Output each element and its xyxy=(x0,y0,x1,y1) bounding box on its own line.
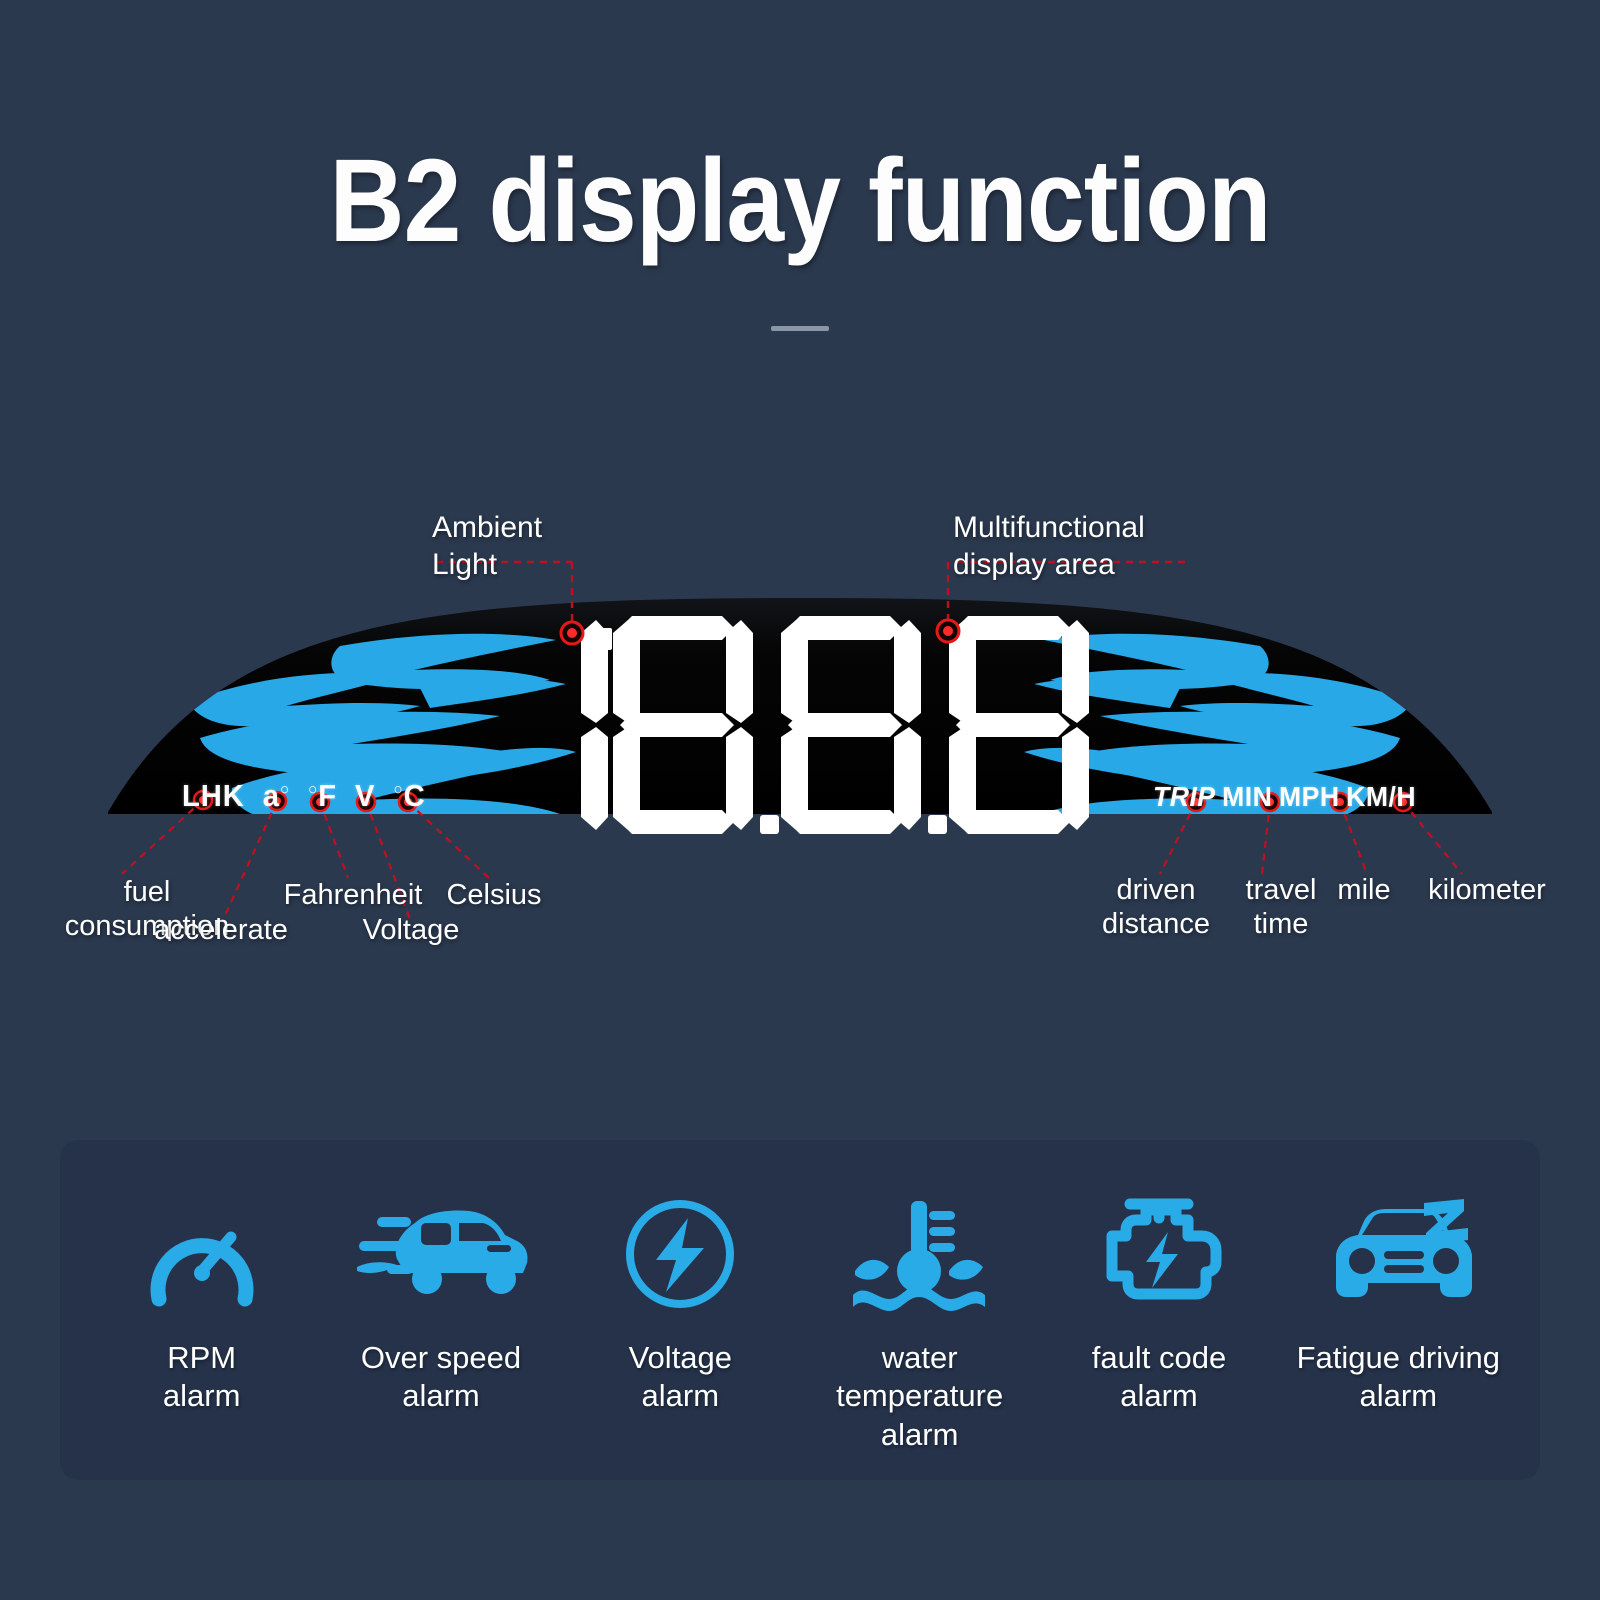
callout-celsius: Celsius xyxy=(446,879,542,911)
sleeping-car-icon xyxy=(1318,1195,1478,1313)
trip-indicator: TRIP xyxy=(1153,781,1216,812)
lhk-indicator: LHK xyxy=(182,778,245,813)
callout-ambient-light: Ambient Light xyxy=(432,510,542,583)
features-panel: RPM alarm Over speed alarm Voltage alarm… xyxy=(60,1140,1540,1480)
callout-multifunctional-line2: display area xyxy=(953,547,1115,581)
feature-water-temperature-alarm: water temperature alarm xyxy=(800,1195,1039,1454)
feature-voltage-alarm: Voltage alarm xyxy=(561,1195,800,1416)
feature-rpm-alarm: RPM alarm xyxy=(82,1195,321,1416)
title-divider xyxy=(771,325,829,331)
mph-indicator: MPH xyxy=(1278,781,1340,812)
decimal-point-1 xyxy=(760,815,779,834)
feature-fault-code-alarm: fault code alarm xyxy=(1039,1195,1278,1416)
check-engine-icon xyxy=(1084,1195,1234,1313)
feature-fatigue-driving-alarm-label: Fatigue driving alarm xyxy=(1296,1340,1500,1414)
page-title: B2 display function xyxy=(329,135,1271,267)
celsius-indicator: ○C xyxy=(393,778,426,813)
header: B2 display function xyxy=(0,135,1600,331)
device-illustration: LHK a○ ○F V ○C TRIP MIN MPH KM/H Ambient Li… xyxy=(0,470,1600,970)
feature-rpm-alarm-label: RPM alarm xyxy=(162,1340,241,1414)
callout-ambient-light-line2: Light xyxy=(432,547,498,581)
bolt-circle-icon xyxy=(622,1195,738,1313)
display-tick xyxy=(600,628,612,650)
marker-ambient-light xyxy=(559,620,585,646)
feature-over-speed-alarm-label: Over speed alarm xyxy=(360,1340,522,1414)
marker-multifunctional-display xyxy=(935,618,961,644)
gauge-icon xyxy=(143,1195,261,1313)
fahrenheit-indicator: ○F xyxy=(308,778,337,813)
feature-fatigue-driving-alarm: Fatigue driving alarm xyxy=(1279,1195,1518,1416)
speeding-car-icon xyxy=(351,1195,531,1313)
voltage-indicator: V xyxy=(346,778,376,813)
indicators-right-row: TRIP MIN MPH KM/H xyxy=(1153,781,1423,813)
indicators-left-row: LHK a○ ○F V ○C xyxy=(182,778,426,814)
callout-multifunctional-line1: Multifunctional xyxy=(953,511,1145,544)
callout-multifunctional-display: Multifunctional display area xyxy=(953,510,1145,583)
callout-kilometer: kilometer xyxy=(1428,874,1546,906)
feature-voltage-alarm-label: Voltage alarm xyxy=(628,1340,733,1414)
thermometer-water-icon xyxy=(845,1195,995,1313)
feature-water-temperature-alarm-label: water temperature alarm xyxy=(836,1340,1004,1452)
min-indicator: MIN xyxy=(1222,781,1273,812)
callout-accelerate: accelerate xyxy=(154,914,288,946)
feature-over-speed-alarm: Over speed alarm xyxy=(321,1195,560,1416)
decimal-point-2 xyxy=(928,815,947,834)
feature-fault-code-alarm-label: fault code alarm xyxy=(1091,1340,1227,1414)
kmh-indicator: KM/H xyxy=(1346,781,1417,812)
callout-voltage: Voltage xyxy=(362,914,460,946)
callout-ambient-light-line1: Ambient xyxy=(432,511,543,544)
accelerate-indicator: a○ xyxy=(253,778,291,813)
